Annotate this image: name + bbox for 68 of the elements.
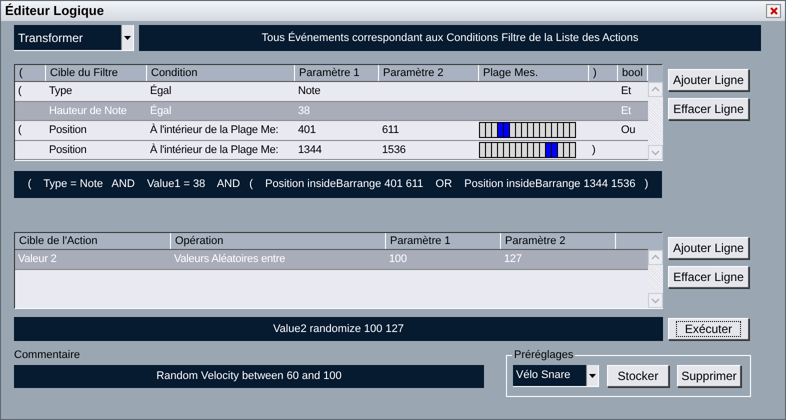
table-cell-text: Note [297, 84, 320, 99]
caret-icon [589, 374, 596, 378]
push-button[interactable]: Effacer Ligne [668, 98, 749, 120]
table-cell-text: Position [48, 142, 87, 158]
column-header[interactable]: Cible du Filtre [46, 65, 147, 81]
table-cell-text: Et [620, 84, 631, 99]
table-cell-text: Égal [149, 84, 172, 99]
bar-range-meter[interactable] [479, 122, 576, 138]
table-cell-text: 100 [388, 252, 407, 268]
table-cell-text: 1344 [297, 142, 322, 158]
table-cell-text: À l'intérieur de la Plage Me: [149, 142, 278, 158]
push-button[interactable]: Exécuter [668, 318, 749, 340]
table-cell-text: 611 [381, 123, 399, 138]
table-cell-text: ( [17, 123, 22, 138]
table-cell-text: Position [48, 123, 87, 138]
window-title: Éditeur Logique [5, 2, 104, 20]
scroll-down-icon[interactable] [648, 293, 663, 308]
caret-icon [124, 36, 131, 40]
push-button[interactable]: Supprimer [677, 365, 741, 387]
table-cell-text: Valeur 2 [17, 252, 57, 268]
description-text: Tous Événements correspondant aux Conditions Filtre de la Liste des Actions [262, 30, 638, 46]
table-cell-text: Valeurs Aléatoires entre [173, 252, 286, 268]
table-cell-text: 401 [297, 123, 316, 138]
preset-dropdown[interactable]: Vélo Snare [513, 365, 599, 387]
table-row[interactable]: Position À l'intérieur de la Plage Me: 1344 1536 ) [15, 140, 648, 160]
column-header[interactable]: Cible de l'Action [15, 233, 171, 249]
close-button[interactable] [766, 4, 781, 18]
table-cell-text: À l'intérieur de la Plage Me: [149, 122, 278, 138]
scrollbar[interactable] [648, 82, 663, 160]
table-cell-text: ( [17, 84, 22, 99]
scroll-up-icon[interactable] [648, 250, 663, 265]
scrollbar[interactable] [648, 250, 663, 308]
column-header[interactable]: Paramètre 1 [295, 65, 379, 81]
table-row[interactable]: ( Position À l'intérieur de la Plage Me: 401 611 Ou [15, 121, 648, 140]
column-header[interactable]: Paramètre 2 [379, 65, 479, 81]
presets-label: Préréglages [512, 347, 576, 363]
table-cell-text: Ou [620, 123, 636, 138]
dropdown-arrow-button[interactable] [121, 25, 133, 50]
column-header[interactable]: Paramètre 1 [386, 233, 501, 249]
scroll-down-icon[interactable] [648, 145, 663, 160]
dropdown-arrow-button[interactable] [586, 365, 598, 386]
header-corner [648, 233, 663, 250]
push-button[interactable]: Stocker [607, 365, 669, 387]
table-cell-text: Et [620, 104, 631, 118]
close-icon [770, 7, 778, 15]
table-cell-text: Égal [149, 104, 172, 118]
expression-text: ( Type = Note AND Value1 = 38 AND ( Position insideBarrange 401 611 OR Position insideBarrange 1344 1536 ) [28, 177, 648, 192]
table-cell-text: ) [591, 142, 596, 158]
table-cell-text: Type [48, 84, 72, 99]
table-cell-text: 38 [297, 104, 310, 118]
table-row[interactable]: ( Type Égal Note Et [15, 82, 648, 102]
comment-label: Commentaire [14, 348, 82, 363]
scroll-up-icon[interactable] [648, 82, 663, 97]
push-button[interactable]: Ajouter Ligne [668, 237, 749, 259]
column-header[interactable]: Plage Mes. [479, 65, 589, 81]
column-header[interactable]: Condition [147, 65, 295, 81]
push-button[interactable]: Ajouter Ligne [668, 69, 749, 91]
bar-range-meter[interactable] [479, 142, 576, 158]
comment-field[interactable]: Random Velocity between 60 and 100 [14, 365, 484, 388]
column-header[interactable]: ) [589, 65, 618, 81]
push-button[interactable]: Effacer Ligne [668, 266, 749, 288]
table-cell-text: Hauteur de Note [48, 104, 127, 118]
result-text: Value2 randomize 100 127 [273, 322, 404, 337]
column-header[interactable]: Opération [171, 233, 386, 249]
table-cell-text: 1536 [381, 142, 406, 158]
mode-dropdown[interactable]: Transformer [14, 25, 134, 51]
table-cell-text: 127 [503, 252, 522, 268]
column-header[interactable]: ( [15, 65, 46, 81]
